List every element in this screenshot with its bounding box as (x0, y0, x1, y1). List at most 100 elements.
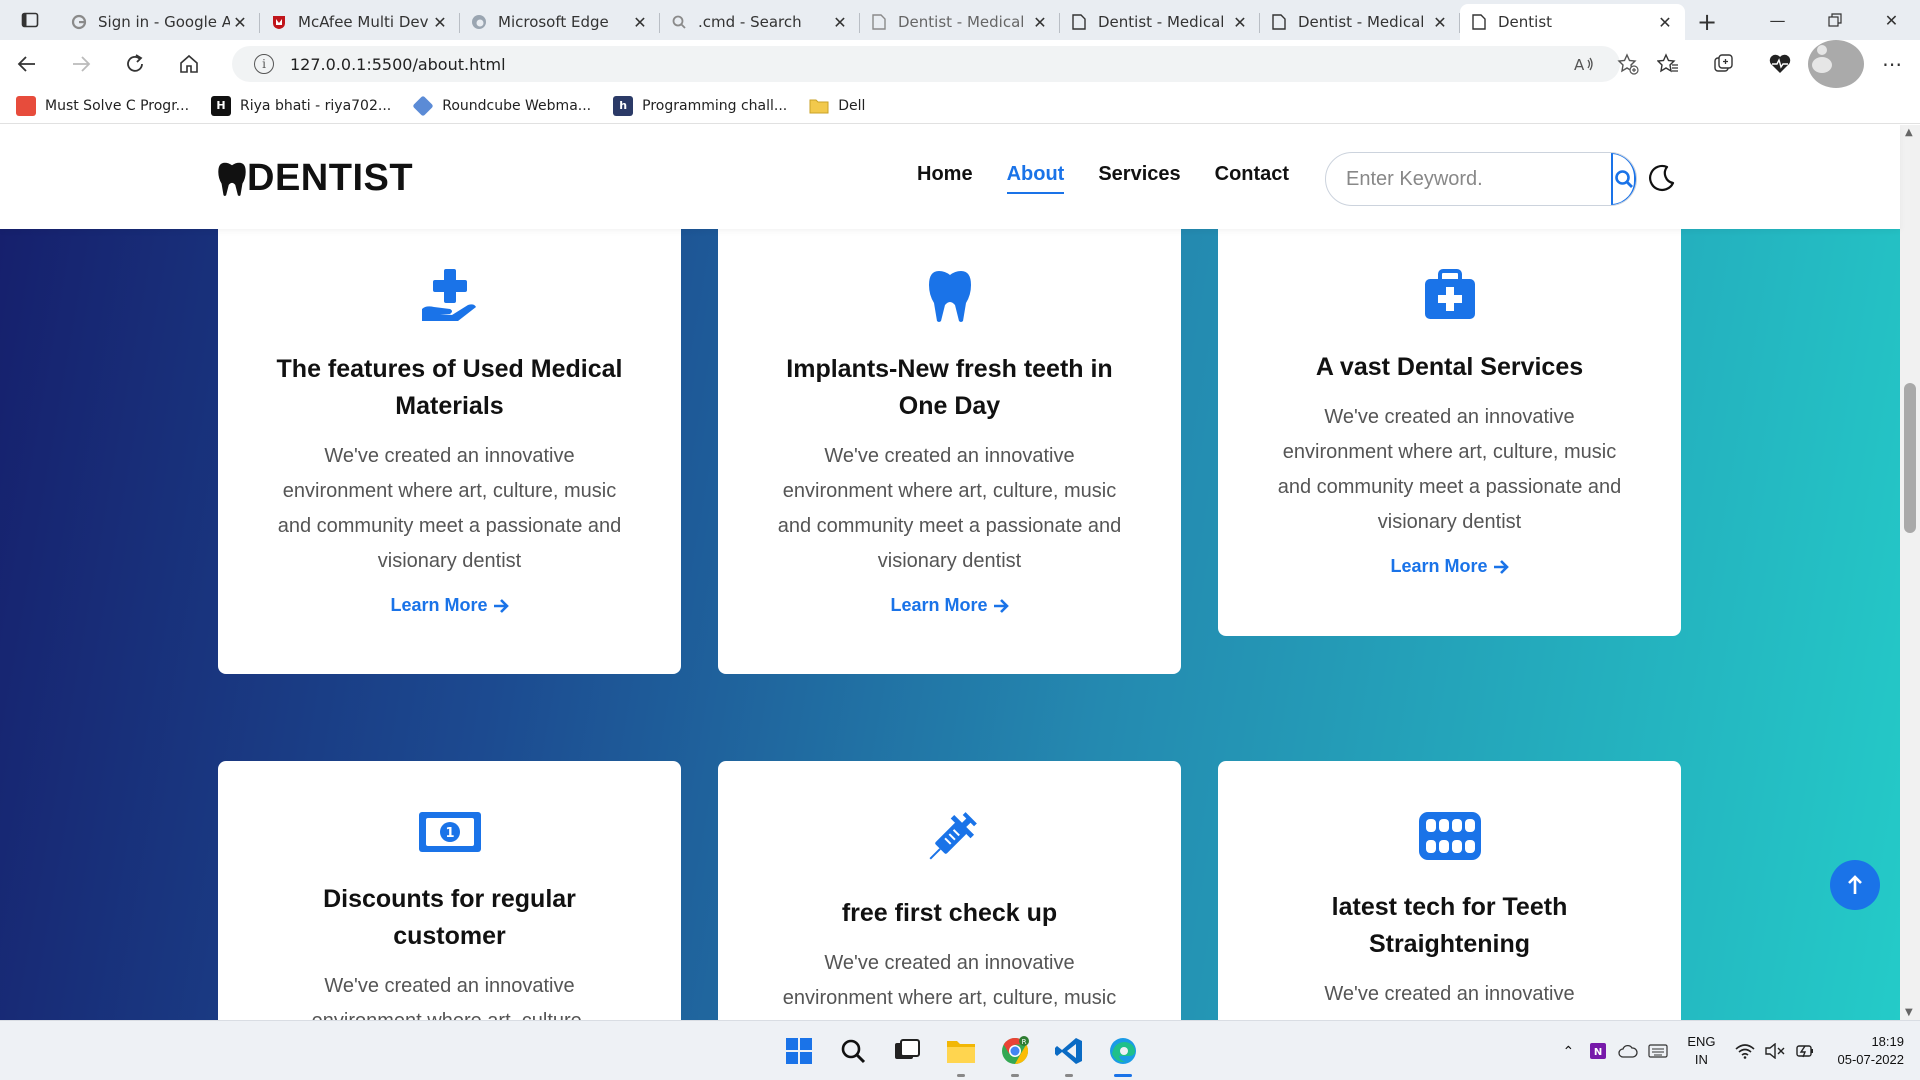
dark-mode-toggle[interactable] (1647, 163, 1677, 193)
clock[interactable]: 18:19 05-07-2022 (1838, 1033, 1905, 1069)
site-logo[interactable]: DENTIST (217, 157, 413, 200)
url-text[interactable]: 127.0.0.1:5500/about.html (290, 55, 506, 74)
address-bar[interactable]: i 127.0.0.1:5500/about.html (232, 46, 1620, 82)
profile-button[interactable] (1808, 40, 1864, 88)
svg-text:A: A (1574, 56, 1585, 74)
learn-more-link[interactable]: Learn More (390, 595, 509, 616)
battery-charging-icon[interactable] (1790, 1036, 1820, 1066)
bookmark-folder[interactable]: Dell (809, 96, 865, 116)
taskbar-search-button[interactable] (826, 1021, 880, 1080)
browser-tab[interactable]: Microsoft Edge ✕ (460, 4, 660, 40)
card-text: We've created an innovative environment … (1277, 406, 1622, 533)
scroll-down-icon[interactable]: ▼ (1905, 1007, 1913, 1018)
minimize-button[interactable]: — (1749, 0, 1806, 40)
health-extension-icon[interactable] (1752, 40, 1808, 88)
close-tab-icon[interactable]: ✕ (1230, 13, 1250, 32)
nav-services[interactable]: Services (1098, 163, 1180, 194)
card-title: free first check up (841, 899, 1058, 927)
feature-card: latest tech for Teeth Straightening We'v… (1218, 761, 1681, 1020)
browser-tab[interactable]: .cmd - Search ✕ (660, 4, 860, 40)
forward-button[interactable] (54, 40, 108, 88)
taskbar: R ⌃ N ENG IN 18:19 05-07-2022 (0, 1020, 1920, 1080)
bookmark-label: Must Solve C Progr... (45, 97, 190, 114)
nav-home[interactable]: Home (917, 163, 973, 194)
start-button[interactable] (772, 1021, 826, 1080)
bookmark-item[interactable]: Roundcube Webma... (412, 94, 591, 117)
search-button[interactable] (1611, 153, 1636, 205)
restore-button[interactable] (1806, 0, 1863, 40)
arrow-up-icon (1848, 875, 1862, 894)
onedrive-cloud-icon[interactable] (1613, 1036, 1643, 1066)
browser-tab[interactable]: Dentist - Medical ✕ (1260, 4, 1460, 40)
chrome-button[interactable]: R (988, 1021, 1042, 1080)
nav-about[interactable]: About (1006, 163, 1065, 194)
close-tab-icon[interactable]: ✕ (830, 13, 850, 32)
browser-tab[interactable]: Dentist - Medical ✕ (860, 4, 1060, 40)
show-hidden-icons-chevron-icon[interactable]: ⌃ (1553, 1036, 1583, 1066)
close-tab-icon[interactable]: ✕ (230, 13, 250, 32)
tab-actions-button[interactable] (0, 0, 60, 40)
refresh-button[interactable] (108, 40, 162, 88)
browser-tools: ⋯ (1640, 40, 1920, 88)
scrollbar-thumb[interactable] (1904, 383, 1916, 533)
close-tab-icon[interactable]: ✕ (1655, 13, 1675, 32)
task-view-button[interactable] (880, 1021, 934, 1080)
close-tab-icon[interactable]: ✕ (630, 13, 650, 32)
close-tab-icon[interactable]: ✕ (430, 13, 450, 32)
learn-more-link[interactable]: Learn More (890, 595, 1009, 616)
close-window-button[interactable]: ✕ (1863, 0, 1920, 40)
close-tab-icon[interactable]: ✕ (1030, 13, 1050, 32)
card-text: We've created an innovative environment … (277, 445, 622, 572)
card-text: We've created an innovative environment … (777, 445, 1122, 572)
card-text: We've created an innovative environment … (312, 975, 588, 1020)
onenote-icon[interactable]: N (1583, 1036, 1613, 1066)
page-viewport: The features of Used Medical Materials W… (0, 125, 1920, 1020)
svg-text:1: 1 (445, 826, 454, 841)
browser-tab-active[interactable]: Dentist ✕ (1460, 4, 1685, 40)
arrow-right-icon (493, 598, 509, 613)
new-tab-button[interactable]: + (1685, 4, 1729, 40)
tab-title: McAfee Multi Dev (298, 13, 429, 31)
bookmark-item[interactable]: H Riya bhati - riya702... (211, 95, 391, 116)
close-tab-icon[interactable]: ✕ (1430, 13, 1450, 32)
vscode-icon (1055, 1038, 1082, 1064)
vscode-button[interactable] (1042, 1021, 1096, 1080)
nav-contact[interactable]: Contact (1215, 163, 1289, 194)
file-explorer-button[interactable] (934, 1021, 988, 1080)
favorites-icon[interactable] (1640, 40, 1696, 88)
card-text: We've created an innovative environment … (782, 952, 1117, 1009)
bookmark-item[interactable]: Must Solve C Progr... (16, 95, 190, 116)
site-info-icon[interactable]: i (254, 54, 274, 74)
collections-icon[interactable] (1696, 40, 1752, 88)
language-indicator[interactable]: ENG IN (1687, 1033, 1715, 1069)
feature-card: 1 Discounts for regular customer We've c… (218, 761, 681, 1020)
url-actions: A (1562, 46, 1650, 82)
back-to-top-button[interactable] (1830, 860, 1880, 910)
read-aloud-icon[interactable]: A (1562, 46, 1606, 82)
page-scrollbar[interactable]: ▲ ▼ (1900, 125, 1920, 1020)
card-title: A vast Dental Services (1315, 353, 1584, 381)
browser-tab[interactable]: Sign in - Google A ✕ (60, 4, 260, 40)
keyboard-icon[interactable] (1643, 1036, 1673, 1066)
system-tray: ⌃ N ENG IN 18:19 05-07-2022 (1553, 1021, 1920, 1080)
card-text: We've created an innovative environment … (1312, 983, 1588, 1020)
tab-title: Dentist - Medical (1298, 13, 1425, 31)
volume-muted-icon[interactable] (1760, 1036, 1790, 1066)
browser-tab[interactable]: McAfee Multi Dev ✕ (260, 4, 460, 40)
browser-tab[interactable]: Dentist - Medical ✕ (1060, 4, 1260, 40)
tab-title: Dentist (1498, 13, 1553, 31)
search-input[interactable] (1326, 153, 1611, 205)
learn-more-link[interactable]: Learn More (1390, 556, 1509, 577)
wifi-icon[interactable] (1730, 1036, 1760, 1066)
avatar (1808, 40, 1864, 88)
settings-more-icon[interactable]: ⋯ (1864, 40, 1920, 88)
home-button[interactable] (162, 40, 216, 88)
bookmark-item[interactable]: h Programming chall... (613, 95, 787, 116)
address-toolbar: i 127.0.0.1:5500/about.html A ⋯ (0, 40, 1920, 88)
feature-card: A vast Dental Services We've created an … (1218, 209, 1681, 636)
edge-button[interactable] (1096, 1021, 1150, 1080)
scroll-up-icon[interactable]: ▲ (1905, 127, 1913, 138)
window-controls: — ✕ (1749, 0, 1920, 40)
svg-text:R: R (1022, 1038, 1027, 1046)
back-button[interactable] (0, 40, 54, 88)
